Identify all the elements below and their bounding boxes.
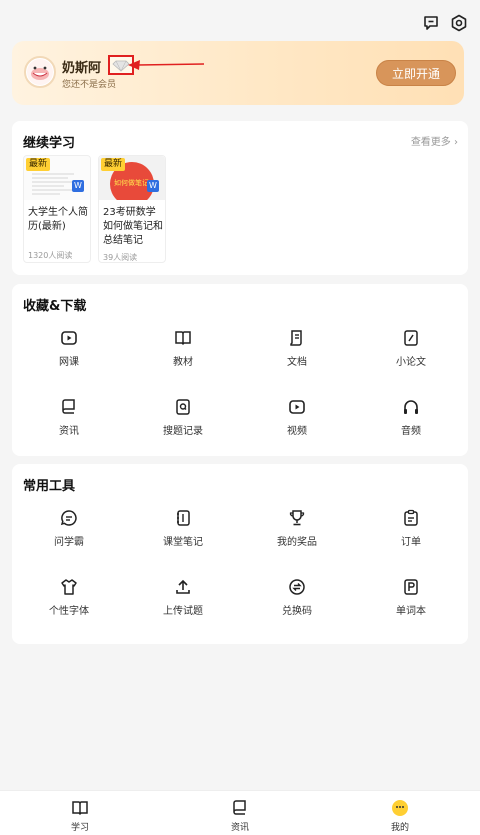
news-tab-icon: [233, 800, 246, 815]
tab-news[interactable]: 资讯: [210, 799, 270, 833]
grid-item-class-notes[interactable]: 课堂笔记: [126, 509, 240, 553]
word-doc-icon: W: [72, 180, 84, 192]
settings-icon[interactable]: [450, 14, 468, 32]
vip-membership-card: 奶斯阿 您还不是会员 立即开通: [12, 41, 464, 105]
avatar[interactable]: [24, 56, 56, 88]
word-doc-icon: W: [147, 180, 159, 192]
grid-item-upload-questions[interactable]: 上传试题: [126, 578, 240, 622]
clipboard-icon: [404, 509, 418, 526]
study-item[interactable]: 最新 W 大学生个人简历(最新) 1320人阅读: [23, 155, 91, 263]
grid-item-textbook[interactable]: 教材: [126, 329, 240, 373]
news-icon: [62, 399, 75, 414]
newest-tag: 最新: [101, 158, 126, 171]
study-item-title: 大学生个人简历(最新): [28, 207, 88, 232]
common-tools-card: 常用工具 问学霸 课堂笔记 我的奖品 订单 个性字体 上传试题 兑换码 单词本: [12, 464, 468, 644]
tshirt-icon: [61, 579, 77, 595]
section-title: 继续学习: [23, 136, 76, 151]
tab-study[interactable]: 学习: [50, 799, 110, 833]
grid-item-document[interactable]: 文档: [240, 329, 354, 373]
pen-icon: [404, 330, 418, 346]
profile-icon: [392, 800, 408, 816]
study-item[interactable]: 最新 如何做笔记 W 23考研数学如何做笔记和总结笔记 39人阅读: [98, 155, 166, 263]
bottom-tab-bar: 学习 资讯 我的: [0, 790, 480, 835]
upload-icon: [176, 579, 190, 594]
grid-item-word-book[interactable]: 单词本: [354, 578, 468, 622]
document-icon: [290, 330, 302, 346]
wordbook-icon: [404, 579, 418, 595]
section-title: 收藏&下载: [23, 299, 87, 314]
document-cover: 最新 如何做笔记 W: [99, 156, 165, 200]
video-course-icon: [61, 331, 77, 345]
message-icon[interactable]: [422, 14, 440, 32]
annotation-arrow-icon: [128, 60, 205, 70]
grid-item-redeem-code[interactable]: 兑换码: [240, 578, 354, 622]
chat-icon: [60, 510, 77, 526]
headphones-icon: [404, 400, 418, 414]
grid-item-video[interactable]: 视频: [240, 398, 354, 442]
grid-item-orders[interactable]: 订单: [354, 509, 468, 553]
open-vip-button[interactable]: 立即开通: [376, 60, 456, 86]
grid-item-ask-expert[interactable]: 问学霸: [12, 509, 126, 553]
grid-item-my-prizes[interactable]: 我的奖品: [240, 509, 354, 553]
trophy-icon: [289, 510, 305, 526]
top-bar: [0, 0, 480, 42]
grid-item-audio[interactable]: 音频: [354, 398, 468, 442]
grid-item-search-history[interactable]: 搜题记录: [126, 398, 240, 442]
grid-item-news[interactable]: 资讯: [12, 398, 126, 442]
favorites-downloads-card: 收藏&下载 网课 教材 文档 小论文 资讯 搜题记录 视频 音频: [12, 284, 468, 456]
username: 奶斯阿: [62, 61, 102, 76]
grid-item-online-course[interactable]: 网课: [12, 329, 126, 373]
vip-status-text: 您还不是会员: [62, 80, 117, 90]
cover-caption: 如何做笔记: [114, 179, 149, 187]
read-count: 1320人阅读: [28, 251, 73, 260]
read-count: 39人阅读: [103, 253, 138, 262]
book-icon: [175, 331, 191, 346]
video-icon: [289, 400, 305, 414]
view-more-link[interactable]: 查看更多 ›: [411, 133, 458, 148]
search-record-icon: [176, 399, 190, 415]
newest-tag: 最新: [26, 158, 51, 171]
document-cover: 最新 W: [24, 156, 90, 200]
grid-item-paper[interactable]: 小论文: [354, 329, 468, 373]
study-icon: [72, 801, 88, 816]
continue-study-card: 继续学习 查看更多 › 最新 W 大学生个人简历(最新) 1320人阅读 最新: [12, 121, 468, 275]
notebook-icon: [177, 510, 190, 526]
exchange-icon: [289, 579, 305, 595]
tab-mine[interactable]: 我的: [370, 799, 430, 833]
section-title: 常用工具: [23, 479, 76, 494]
study-item-title: 23考研数学如何做笔记和总结笔记: [103, 207, 163, 246]
grid-item-custom-font[interactable]: 个性字体: [12, 578, 126, 622]
